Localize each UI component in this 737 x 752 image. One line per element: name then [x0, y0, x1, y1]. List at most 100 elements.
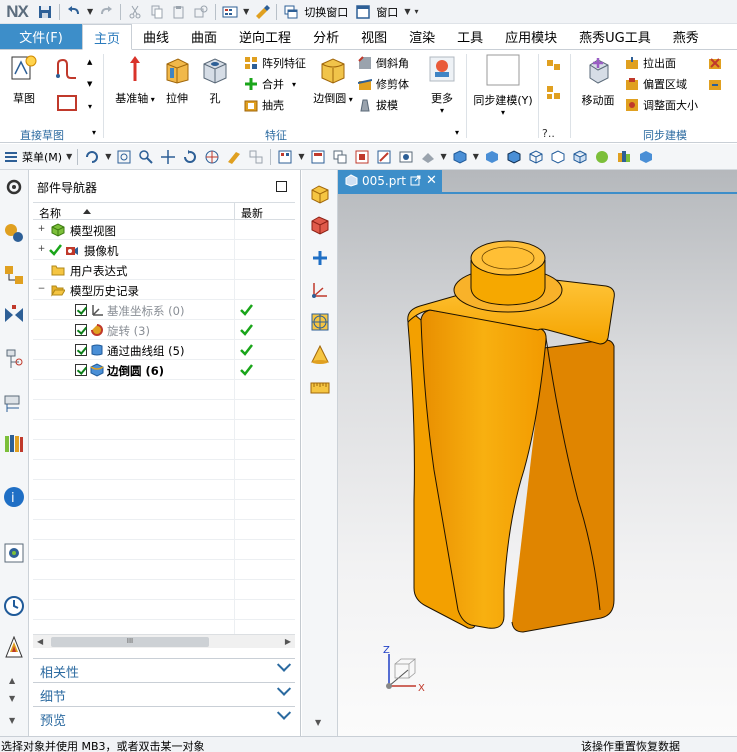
column-name-header[interactable]: 名称 [39, 205, 61, 221]
studio-view-icon[interactable] [572, 149, 588, 165]
column-latest-header[interactable]: 最新 [241, 205, 263, 221]
refresh-icon[interactable] [84, 149, 100, 165]
resource-down-icon[interactable]: ▼ [9, 694, 15, 703]
hd3d-tools-icon[interactable] [3, 392, 25, 414]
chevron-down-icon[interactable] [276, 705, 292, 720]
tab-tools[interactable]: 工具 [446, 24, 494, 49]
layout-icon[interactable] [310, 149, 326, 165]
tab-yanxiu-more[interactable]: 燕秀 [662, 24, 710, 49]
fit-icon[interactable] [116, 149, 132, 165]
hole-button[interactable]: 孔 [198, 54, 232, 106]
tree-row-datum-csys[interactable]: 基准坐标系 (0) [33, 300, 295, 320]
graphics-toolbar-more-icon[interactable]: ▼ [315, 718, 321, 727]
pattern-feature-button[interactable]: 阵列特征 [244, 54, 306, 72]
chamfer-button[interactable]: 倒斜角 [358, 54, 409, 72]
unite-button[interactable]: 合并 ▾ [244, 75, 296, 93]
tab-analysis[interactable]: 分析 [302, 24, 350, 49]
cut-icon[interactable] [126, 3, 144, 21]
column-divider[interactable] [234, 203, 235, 221]
tree-row-through-curves[interactable]: 通过曲线组 (5) [33, 340, 295, 360]
paste-icon[interactable] [170, 3, 188, 21]
close-icon[interactable]: ✕ [426, 173, 437, 188]
tree-row-revolve[interactable]: 旋转 (3) [33, 320, 295, 340]
scroll-left-icon[interactable]: ◀ [37, 637, 43, 646]
sketch-scroll-down-icon[interactable]: ▼ [87, 80, 92, 88]
constraint-navigator-icon[interactable] [3, 264, 25, 286]
refresh-dropdown-icon[interactable]: ▼ [105, 152, 111, 161]
orient-view-icon[interactable] [204, 149, 220, 165]
chevron-down-icon[interactable] [276, 681, 292, 696]
history-library-icon[interactable] [3, 432, 25, 454]
repeat-command-icon[interactable] [192, 3, 210, 21]
tree-row-model-views[interactable]: + 模型视图 [33, 220, 295, 240]
replace-face-button[interactable] [708, 75, 726, 93]
wireframe-view-icon[interactable] [528, 149, 544, 165]
system-scenes-icon[interactable] [3, 595, 25, 617]
zoom-icon[interactable] [138, 149, 154, 165]
sort-ascending-icon[interactable] [83, 209, 91, 214]
layer-icon[interactable] [332, 149, 348, 165]
undo-icon[interactable] [65, 3, 83, 21]
scroll-thumb[interactable]: III [51, 637, 209, 647]
assembly-navigator-icon[interactable] [3, 222, 25, 244]
tree-row-model-history[interactable]: − 模型历史记录 [33, 280, 295, 300]
add-icon[interactable] [309, 247, 331, 269]
color-icon[interactable] [616, 149, 632, 165]
tab-application[interactable]: 应用模块 [494, 24, 568, 49]
expand-icon[interactable]: + [37, 225, 46, 234]
resource-collapse-icon[interactable]: ▼ [9, 716, 15, 725]
tab-home[interactable]: 主页 [82, 24, 133, 50]
more-features-dropdown-icon[interactable]: ▾ [423, 106, 461, 115]
web-browser-icon[interactable]: i [3, 486, 25, 508]
pan-icon[interactable] [160, 149, 176, 165]
synchronous-modeling-button[interactable]: 同步建模(Y) ▾ [470, 54, 536, 117]
touch-mode-icon[interactable] [221, 3, 239, 21]
feature-checkbox[interactable] [75, 344, 87, 356]
details-section[interactable]: 细节 [33, 681, 295, 705]
copy-icon[interactable] [148, 3, 166, 21]
tree-row-user-expressions[interactable]: 用户表达式 [33, 260, 295, 280]
feature-shortcut-2-button[interactable] [544, 84, 564, 105]
solid-edges-view-icon[interactable] [506, 149, 522, 165]
shaded-view-icon[interactable] [452, 149, 468, 165]
feature-group-dropdown-icon[interactable]: ▾ [455, 128, 459, 137]
tab-curve[interactable]: 曲线 [132, 24, 180, 49]
customize-icon[interactable] [253, 3, 271, 21]
resize-face-button[interactable]: 调整面大小 [625, 96, 698, 114]
sketch-button[interactable]: 草图 [6, 54, 42, 106]
pull-face-button[interactable]: 拉出面 [625, 54, 676, 72]
undo-dropdown-icon[interactable]: ▼ [87, 7, 93, 16]
switch-window-icon[interactable] [282, 3, 300, 21]
feature-checkbox[interactable] [75, 304, 87, 316]
offset-region-button[interactable]: 偏置区域 [625, 75, 687, 93]
horizontal-scrollbar[interactable]: ◀ III ▶ [33, 634, 295, 648]
chevron-down-icon[interactable] [276, 657, 292, 672]
solid-view-icon[interactable] [484, 149, 500, 165]
cone-icon[interactable] [309, 344, 331, 366]
synchronous-modeling-dropdown-icon[interactable]: ▾ [470, 108, 536, 117]
tab-render[interactable]: 渲染 [398, 24, 446, 49]
perspective-icon[interactable] [226, 149, 242, 165]
hidden-line-view-icon[interactable] [550, 149, 566, 165]
switch-window-button[interactable]: 切换窗口 [304, 4, 348, 20]
touch-mode-dropdown-icon[interactable]: ▼ [243, 7, 249, 16]
window-dropdown-icon[interactable]: ▼ [404, 7, 410, 16]
save-icon[interactable] [36, 3, 54, 21]
visible-check-icon[interactable] [49, 243, 62, 256]
sketch-scroll-up-icon[interactable]: ▲ [87, 58, 92, 66]
roles-icon[interactable] [3, 542, 25, 564]
feature-shortcut-1-button[interactable] [544, 56, 564, 77]
shaded-view-dropdown-icon[interactable]: ▼ [473, 152, 479, 161]
sphere-icon[interactable] [594, 149, 610, 165]
trim-body-button[interactable]: 修剪体 [358, 75, 409, 93]
delete-face-button[interactable] [708, 54, 726, 72]
rotate-icon[interactable] [182, 149, 198, 165]
qab-overflow-icon[interactable]: ▾ [414, 7, 418, 16]
view-triad-icon[interactable] [277, 149, 293, 165]
move-face-button[interactable]: 移动面 [576, 54, 620, 108]
edge-blend-button[interactable]: 边倒圆 ▾ [313, 54, 353, 106]
maximize-panel-icon[interactable] [276, 181, 287, 192]
cube-red-icon[interactable] [309, 214, 331, 236]
extrude-button[interactable]: 拉伸 [160, 54, 194, 106]
feature-checkbox[interactable] [75, 324, 87, 336]
